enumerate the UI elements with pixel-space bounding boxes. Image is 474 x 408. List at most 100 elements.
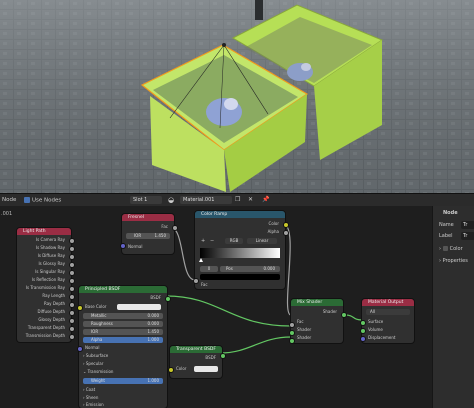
socket[interactable]: [172, 225, 178, 231]
slot-dropdown[interactable]: Slot 1: [130, 196, 162, 204]
socket[interactable]: [289, 322, 295, 328]
color-checkbox[interactable]: [442, 246, 448, 251]
socket[interactable]: [69, 278, 75, 284]
ramp-stop-handle[interactable]: [199, 258, 203, 262]
socket[interactable]: [165, 296, 171, 302]
socket[interactable]: [289, 330, 295, 336]
color-ramp-header[interactable]: Color Ramp: [195, 211, 285, 218]
ior-value: 1.450: [154, 233, 166, 238]
stop-color-swatch[interactable]: [200, 274, 280, 280]
3d-viewport[interactable]: [0, 0, 474, 193]
sheen-panel[interactable]: › Sheen: [83, 395, 98, 401]
socket[interactable]: [69, 238, 75, 244]
output-color: Color: [268, 221, 279, 226]
socket[interactable]: [220, 353, 226, 359]
pin-icon[interactable]: 📌: [262, 196, 269, 203]
ior-field[interactable]: IOR 1.450: [126, 233, 170, 239]
socket[interactable]: [69, 334, 75, 340]
socket[interactable]: [289, 338, 295, 344]
socket[interactable]: [283, 230, 289, 236]
socket[interactable]: [69, 310, 75, 316]
input-normal: Normal: [85, 345, 100, 350]
transparent-color-swatch[interactable]: [194, 366, 218, 372]
material-output-header[interactable]: Material Output: [362, 299, 414, 306]
emission-panel[interactable]: › Emission: [83, 402, 104, 408]
socket[interactable]: [69, 262, 75, 268]
use-nodes-label: Use Nodes: [32, 197, 62, 204]
socket[interactable]: [77, 305, 83, 311]
color-section[interactable]: › Color: [439, 246, 463, 252]
subsurface-panel[interactable]: › Subsurface: [83, 353, 108, 359]
pos-value: 0.000: [263, 266, 275, 271]
light-path-node[interactable]: Light Path Is Camera Ray Is Shadow Ray I…: [17, 228, 71, 342]
roughness-field[interactable]: Roughness 0.000: [83, 321, 163, 327]
socket[interactable]: [69, 302, 75, 308]
material-sphere-icon[interactable]: ◒: [168, 196, 174, 204]
name-label: Name: [439, 222, 454, 228]
label-field[interactable]: Tr: [461, 232, 474, 240]
socket[interactable]: [120, 243, 126, 249]
weight-field[interactable]: Weight 1.000: [83, 378, 163, 384]
material-name-field[interactable]: Material.001: [180, 196, 232, 204]
interpolation-dropdown[interactable]: Linear: [247, 238, 277, 244]
socket[interactable]: [168, 367, 174, 373]
use-nodes-toggle[interactable]: Use Nodes: [24, 197, 61, 204]
input-volume: Volume: [368, 327, 383, 332]
specular-panel[interactable]: › Specular: [83, 361, 103, 367]
principled-bsdf-header[interactable]: Principled BSDF: [79, 286, 167, 293]
editor-type-label[interactable]: Node: [2, 197, 16, 203]
name-field[interactable]: Tr: [461, 221, 474, 229]
alpha-field[interactable]: Alpha 1.000: [83, 337, 163, 343]
transparent-bsdf-node[interactable]: Transparent BSDF BSDF Color: [170, 346, 222, 378]
socket[interactable]: [69, 326, 75, 332]
stop-pos-field[interactable]: Pos 0.000: [220, 266, 280, 272]
properties-section[interactable]: › Properties: [439, 258, 468, 264]
light-path-header[interactable]: Light Path: [17, 228, 71, 235]
ramp-gradient[interactable]: [200, 248, 280, 258]
socket[interactable]: [69, 270, 75, 276]
mix-shader-header[interactable]: Mix Shader: [291, 299, 343, 306]
socket[interactable]: [283, 222, 289, 228]
fresnel-header[interactable]: Fresnel: [122, 214, 174, 221]
socket[interactable]: [69, 246, 75, 252]
color-section-label: Color: [449, 246, 463, 252]
base-color-swatch[interactable]: [117, 304, 161, 310]
socket[interactable]: [69, 294, 75, 300]
socket[interactable]: [193, 278, 199, 284]
remove-stop-button[interactable]: −: [210, 238, 214, 244]
add-stop-button[interactable]: +: [201, 238, 205, 244]
mix-shader-node[interactable]: Mix Shader Shader Fac Shader Shader: [291, 299, 343, 343]
viewport-scene: [0, 0, 474, 193]
input-surface: Surface: [368, 319, 384, 324]
coat-panel[interactable]: › Coat: [83, 387, 95, 393]
socket[interactable]: [360, 320, 366, 326]
output-is-singular-ray: Is Singular Ray: [35, 269, 65, 274]
socket[interactable]: [360, 336, 366, 342]
transmission-panel[interactable]: ⌄ Transmission: [83, 369, 113, 375]
socket[interactable]: [69, 286, 75, 292]
socket[interactable]: [360, 328, 366, 334]
socket[interactable]: [69, 254, 75, 260]
color-ramp-node[interactable]: Color Ramp Color Alpha + − RGB Linear 0 …: [195, 211, 285, 289]
duplicate-material-icon[interactable]: ❐: [235, 196, 240, 203]
target-dropdown[interactable]: All: [366, 309, 410, 315]
transparent-bsdf-header[interactable]: Transparent BSDF: [170, 346, 222, 353]
output-glossy-depth: Glossy Depth: [38, 317, 65, 322]
ior-field[interactable]: IOR 1.450: [83, 329, 163, 335]
sidebar-tab-node[interactable]: Node: [443, 210, 458, 216]
socket[interactable]: [341, 312, 347, 318]
principled-bsdf-node[interactable]: Principled BSDF BSDF Base Color Metallic…: [79, 286, 167, 408]
unlink-icon[interactable]: ✕: [248, 196, 253, 203]
fresnel-node[interactable]: Fresnel Fac IOR 1.450 Normal: [122, 214, 174, 254]
socket[interactable]: [69, 318, 75, 324]
socket[interactable]: [77, 346, 83, 352]
output-alpha: Alpha: [267, 229, 279, 234]
material-output-node[interactable]: Material Output All Surface Volume Displ…: [362, 299, 414, 343]
metallic-value: 0.000: [147, 313, 159, 318]
node-editor-canvas[interactable]: .001 Light Path Is Camera Ray Is Shadow …: [0, 206, 432, 408]
color-mode-dropdown[interactable]: RGB: [225, 238, 243, 244]
output-bsdf: BSDF: [150, 295, 161, 300]
output-diffuse-depth: Diffuse Depth: [37, 309, 65, 314]
metallic-field[interactable]: Metallic 0.000: [83, 313, 163, 319]
stop-index-field[interactable]: 0: [200, 266, 218, 272]
